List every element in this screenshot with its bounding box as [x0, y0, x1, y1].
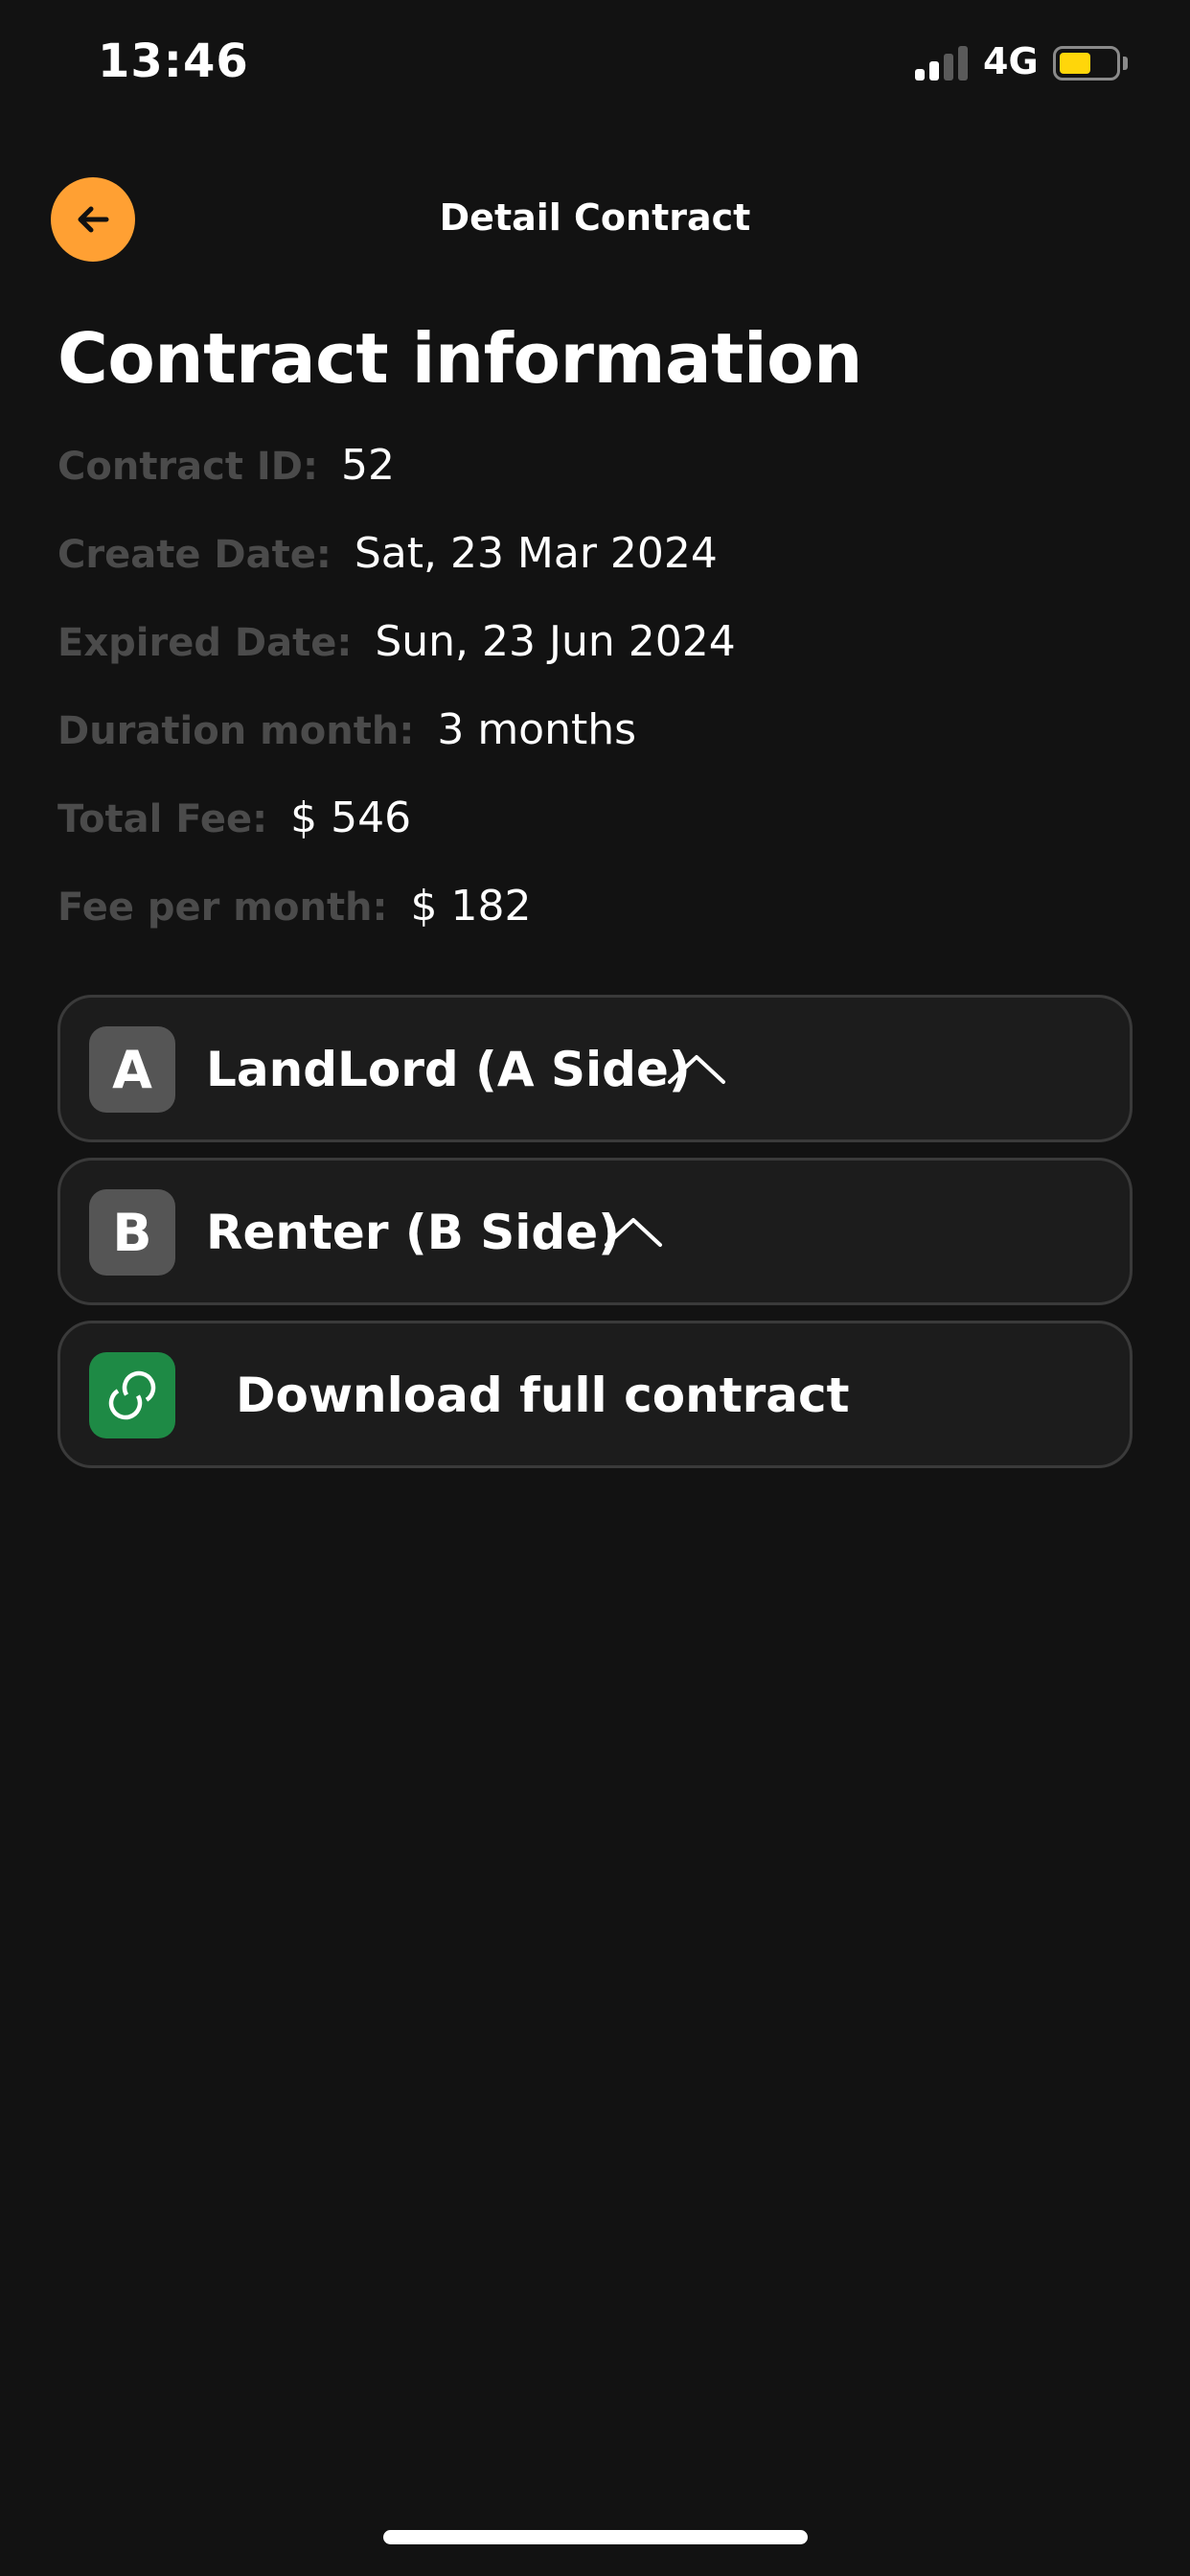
- status-time: 13:46: [98, 34, 249, 88]
- info-label: Fee per month:: [57, 886, 388, 930]
- info-value: Sun, 23 Jun 2024: [375, 617, 736, 666]
- landlord-label: LandLord (A Side): [206, 1042, 691, 1097]
- info-value: 52: [341, 441, 395, 490]
- status-bar: 13:46 4G: [0, 0, 1190, 134]
- battery-icon: [1053, 46, 1120, 80]
- info-label: Expired Date:: [57, 621, 353, 665]
- info-row-duration-month: Duration month: 3 months: [57, 705, 636, 754]
- renter-card[interactable]: B Renter (B Side): [57, 1158, 1133, 1305]
- info-label: Total Fee:: [57, 797, 268, 841]
- info-value: Sat, 23 Mar 2024: [354, 529, 718, 578]
- link-icon: [89, 1352, 175, 1438]
- signal-strength-icon: [915, 46, 969, 80]
- download-contract-label: Download full contract: [236, 1368, 850, 1423]
- renter-badge: B: [89, 1189, 175, 1276]
- info-row-expired-date: Expired Date: Sun, 23 Jun 2024: [57, 617, 736, 666]
- info-value: $ 182: [410, 882, 532, 931]
- info-value: $ 546: [290, 794, 412, 842]
- info-label: Duration month:: [57, 709, 415, 753]
- home-indicator[interactable]: [383, 2530, 808, 2544]
- page-title: Detail Contract: [439, 196, 751, 239]
- section-title: Contract information: [57, 318, 862, 399]
- info-label: Create Date:: [57, 533, 332, 577]
- chevron-up-icon[interactable]: [666, 1049, 727, 1088]
- landlord-card[interactable]: A LandLord (A Side): [57, 995, 1133, 1142]
- info-row-contract-id: Contract ID: 52: [57, 441, 395, 490]
- network-type: 4G: [983, 40, 1039, 82]
- download-contract-button[interactable]: Download full contract: [57, 1321, 1133, 1468]
- info-row-create-date: Create Date: Sat, 23 Mar 2024: [57, 529, 718, 578]
- renter-label: Renter (B Side): [206, 1205, 620, 1260]
- info-label: Contract ID:: [57, 445, 318, 489]
- info-row-fee-per-month: Fee per month: $ 182: [57, 882, 532, 931]
- info-value: 3 months: [437, 705, 637, 754]
- info-row-total-fee: Total Fee: $ 546: [57, 794, 411, 842]
- landlord-badge: A: [89, 1026, 175, 1113]
- chevron-up-icon[interactable]: [603, 1212, 664, 1251]
